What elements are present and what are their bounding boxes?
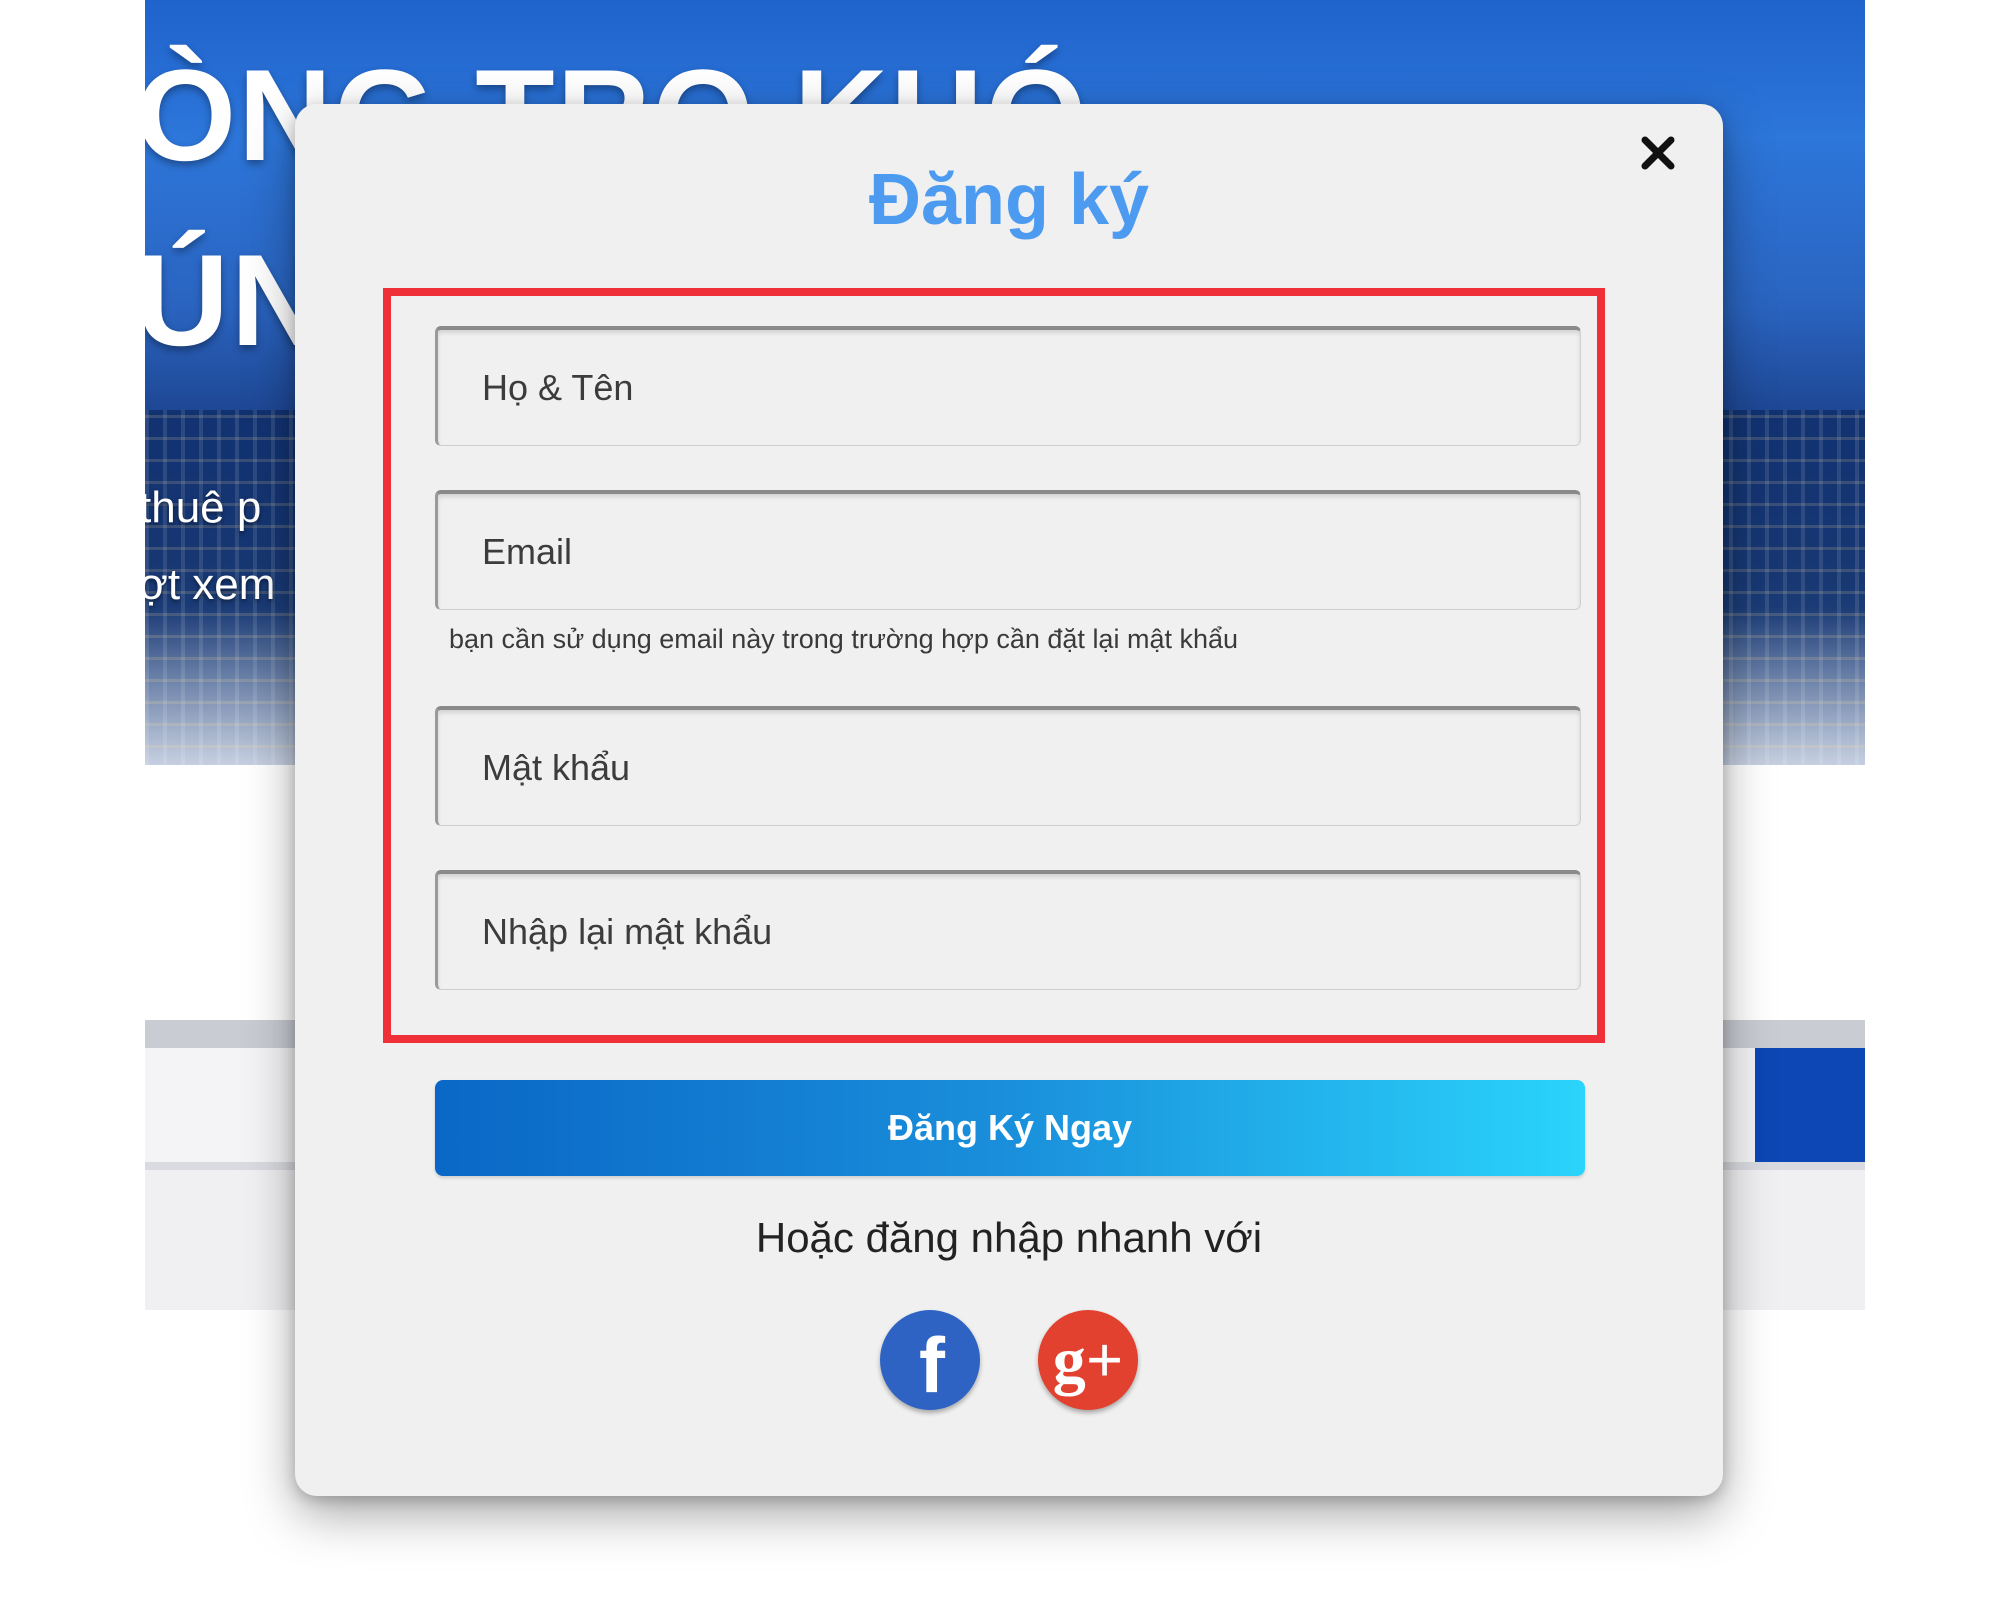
modal-title: Đăng ký bbox=[868, 160, 1150, 240]
confirm-password-input[interactable] bbox=[435, 870, 1581, 990]
hero-subtitle-line-1: thuê p bbox=[145, 483, 262, 532]
google-plus-icon: g+ bbox=[1052, 1324, 1124, 1397]
background-search-button bbox=[1755, 1048, 1865, 1162]
facebook-icon: f bbox=[919, 1321, 945, 1409]
alt-login-text: Hoặc đăng nhập nhanh với bbox=[755, 1214, 1263, 1261]
register-modal: Đăng ký bạn cần sử dụng email này trong … bbox=[295, 104, 1723, 1496]
google-plus-login-button[interactable]: g+ bbox=[1038, 1310, 1138, 1410]
register-button[interactable]: Đăng Ký Ngay bbox=[435, 1080, 1585, 1176]
email-input[interactable] bbox=[435, 490, 1581, 610]
password-input[interactable] bbox=[435, 706, 1581, 826]
facebook-login-button[interactable]: f bbox=[880, 1310, 980, 1410]
hero-subtitle-line-2: ợt xem bbox=[145, 560, 276, 609]
email-hint: bạn cần sử dụng email này trong trường h… bbox=[449, 624, 1239, 654]
full-name-input[interactable] bbox=[435, 326, 1581, 446]
